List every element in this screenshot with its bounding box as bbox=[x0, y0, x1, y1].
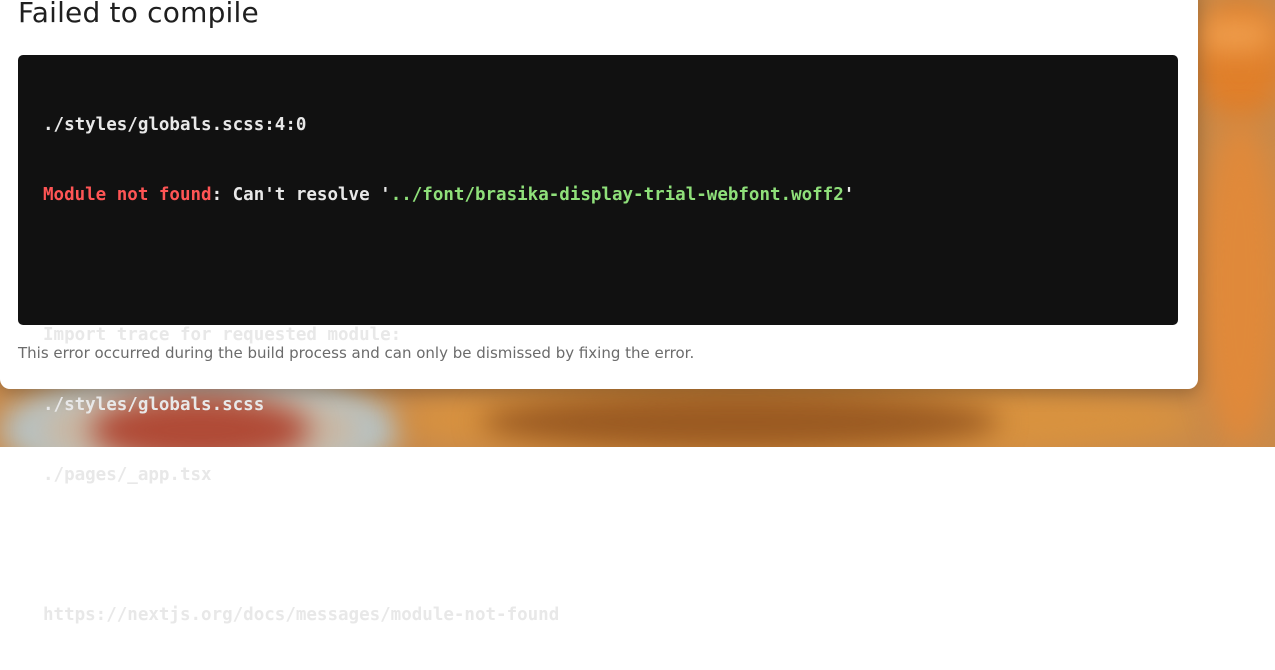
background-shape bbox=[1195, 0, 1275, 120]
missing-module-path: ../font/brasika-display-trial-webfont.wo… bbox=[390, 185, 844, 205]
docs-link[interactable]: https://nextjs.org/docs/messages/module-… bbox=[43, 600, 1153, 630]
error-label: Module not found bbox=[43, 185, 212, 205]
dialog-footer-note: This error occurred during the build pro… bbox=[18, 344, 695, 362]
background-shape bbox=[1200, 20, 1270, 50]
code-line-error-message: Module not found: Can't resolve '../font… bbox=[43, 180, 1153, 210]
code-line-trace-entry: ./pages/_app.tsx bbox=[43, 465, 212, 485]
code-line-trace-entry: ./styles/globals.scss bbox=[43, 395, 265, 415]
error-overlay-dialog: Failed to compile ./styles/globals.scss:… bbox=[0, 0, 1198, 625]
background-shape bbox=[1200, 120, 1275, 447]
error-message-quote: ' bbox=[843, 185, 855, 205]
dialog-title: Failed to compile bbox=[18, 0, 259, 29]
error-message-text: : Can't resolve ' bbox=[211, 185, 391, 205]
error-code-block[interactable]: ./styles/globals.scss:4:0 Module not fou… bbox=[18, 55, 1178, 625]
code-line-file-location: ./styles/globals.scss:4:0 bbox=[43, 115, 307, 135]
